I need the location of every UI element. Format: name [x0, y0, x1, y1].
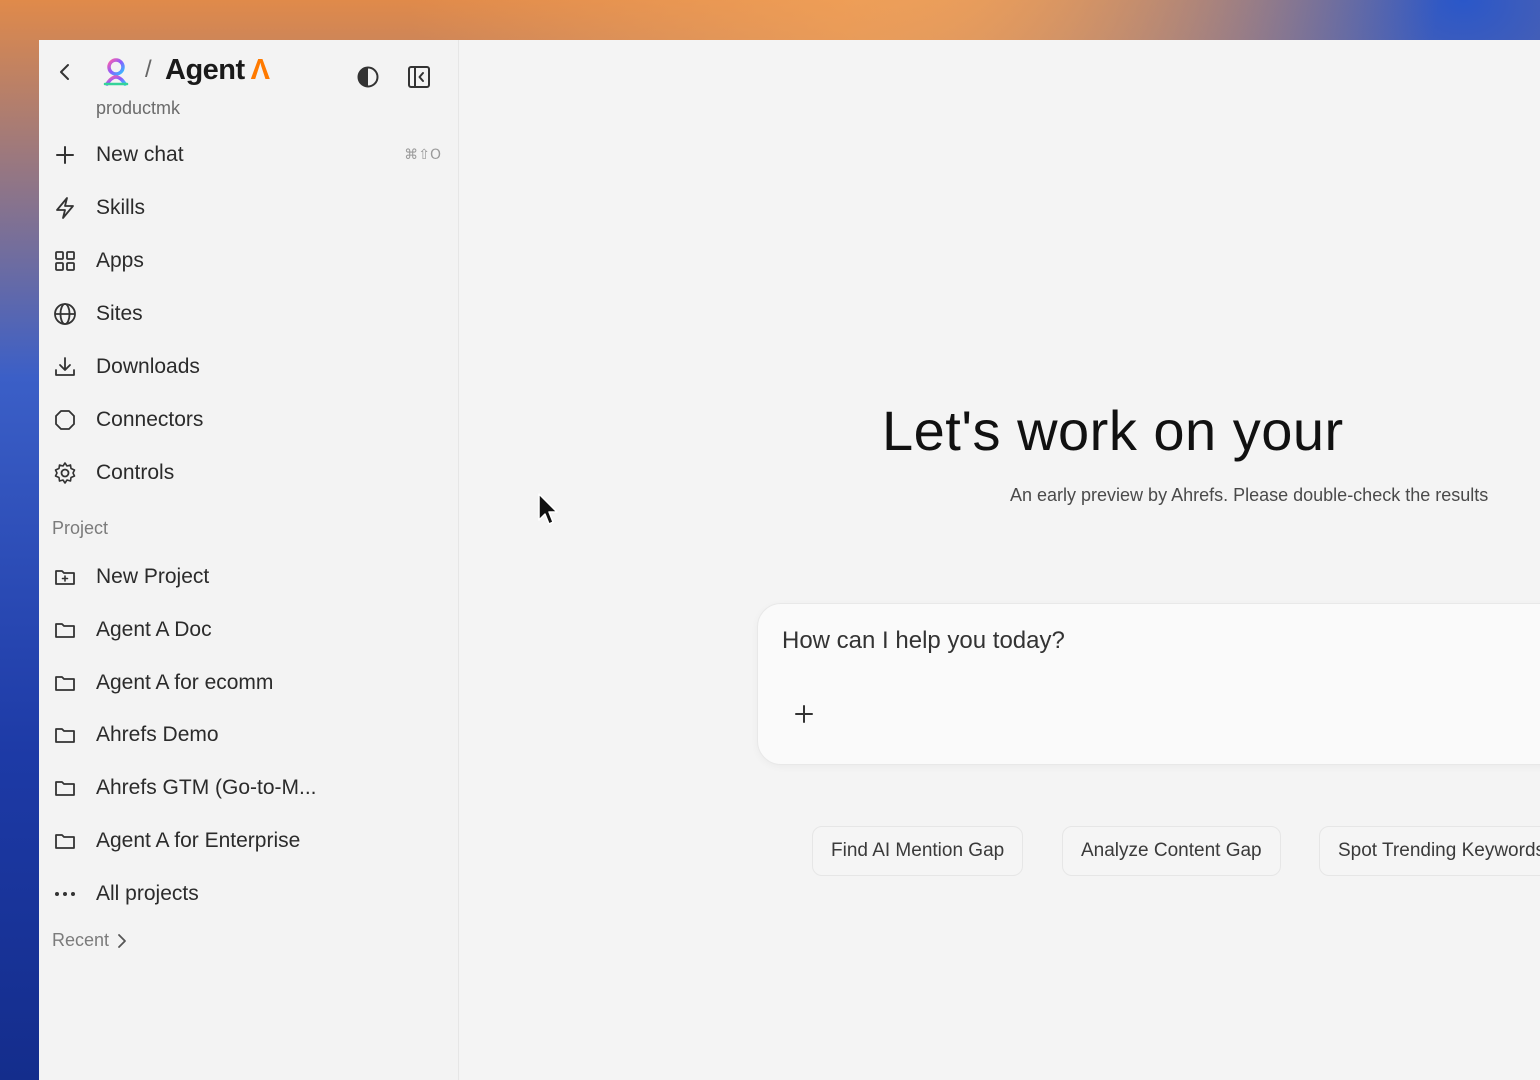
chat-composer: [757, 603, 1540, 765]
plus-icon: [795, 705, 813, 723]
sidebar-item-label: Downloads: [96, 355, 200, 378]
chevron-right-icon: [118, 933, 126, 948]
folder-icon: [53, 829, 77, 853]
sidebar-item-connectors[interactable]: Connectors: [39, 395, 459, 445]
page-subtitle: An early preview by Ahrefs. Please doubl…: [1010, 485, 1489, 505]
gear-icon: [53, 461, 77, 485]
sidebar-item-sites[interactable]: Sites: [39, 289, 459, 339]
sidebar-item-label: Connectors: [96, 408, 204, 431]
project-item[interactable]: Agent A for ecomm: [39, 658, 459, 708]
main-content: Let's work on your An early preview by A…: [459, 40, 1540, 1080]
project-section-label: Project: [52, 518, 109, 538]
download-icon: [53, 355, 77, 379]
page-title: Let's work on your: [882, 399, 1344, 462]
grid-icon: [53, 249, 77, 273]
plug-icon: [53, 408, 77, 432]
globe-icon: [53, 302, 77, 326]
chat-input[interactable]: [780, 626, 1484, 656]
app-logo-icon: [103, 58, 129, 86]
folder-icon: [53, 671, 77, 695]
project-item[interactable]: Agent A Doc: [39, 605, 459, 655]
recent-label: Recent: [52, 930, 110, 950]
sidebar-item-label: Apps: [96, 249, 144, 272]
app-window: / Agent Λ productmk New chat ⌘⇧O Skills …: [39, 40, 1540, 1080]
all-projects-button[interactable]: All projects: [39, 869, 459, 919]
breadcrumb-separator: /: [145, 56, 152, 83]
recent-section-toggle[interactable]: Recent: [52, 930, 127, 951]
project-item[interactable]: Ahrefs Demo: [39, 710, 459, 760]
brand-name: Agent Λ: [165, 54, 270, 87]
all-projects-label: All projects: [96, 882, 199, 905]
project-item-label: Agent A for Enterprise: [96, 829, 301, 852]
sidebar: / Agent Λ productmk New chat ⌘⇧O Skills …: [39, 40, 459, 1080]
brand-text: Agent: [165, 54, 245, 86]
mouse-cursor-icon: [538, 493, 558, 525]
new-project-label: New Project: [96, 565, 210, 588]
folder-icon: [53, 618, 77, 642]
sidebar-item-label: Sites: [96, 302, 143, 325]
sidebar-item-controls[interactable]: Controls: [39, 448, 459, 498]
new-chat-button[interactable]: New chat ⌘⇧O: [39, 130, 459, 180]
sidebar-item-apps[interactable]: Apps: [39, 236, 459, 286]
collapse-sidebar-button[interactable]: [406, 64, 432, 90]
project-item[interactable]: Agent A for Enterprise: [39, 816, 459, 866]
sidebar-item-label: Controls: [96, 461, 175, 484]
folder-icon: [53, 776, 77, 800]
contrast-icon: [357, 66, 379, 88]
project-item-label: Agent A Doc: [96, 618, 212, 641]
workspace-name[interactable]: productmk: [96, 98, 180, 119]
new-chat-shortcut: ⌘⇧O: [404, 147, 441, 163]
folder-plus-icon: [53, 565, 77, 589]
sidebar-item-label: Skills: [96, 196, 146, 219]
plus-icon: [53, 143, 77, 167]
sidebar-collapse-icon: [408, 66, 430, 88]
project-item[interactable]: Ahrefs GTM (Go-to-M...: [39, 763, 459, 813]
sidebar-item-skills[interactable]: Skills: [39, 183, 459, 233]
chevron-left-icon: [60, 64, 69, 80]
folder-icon: [53, 723, 77, 747]
new-chat-label: New chat: [96, 143, 184, 166]
new-project-button[interactable]: New Project: [39, 552, 459, 602]
theme-toggle-button[interactable]: [355, 64, 381, 90]
project-item-label: Ahrefs Demo: [96, 723, 219, 746]
sidebar-item-downloads[interactable]: Downloads: [39, 342, 459, 392]
suggestion-chip[interactable]: Find AI Mention Gap: [812, 826, 1024, 876]
project-item-label: Ahrefs GTM (Go-to-M...: [96, 776, 317, 799]
suggestion-chip[interactable]: Spot Trending Keywords: [1319, 826, 1540, 876]
brand-accent: Λ: [250, 54, 270, 86]
sidebar-header: / Agent Λ productmk: [39, 40, 459, 135]
project-item-label: Agent A for ecomm: [96, 671, 274, 694]
lightning-icon: [53, 196, 77, 220]
suggestion-chip[interactable]: Analyze Content Gap: [1062, 826, 1281, 876]
add-attachment-button[interactable]: [790, 700, 818, 728]
more-horizontal-icon: [53, 882, 77, 906]
back-button[interactable]: [53, 60, 77, 84]
